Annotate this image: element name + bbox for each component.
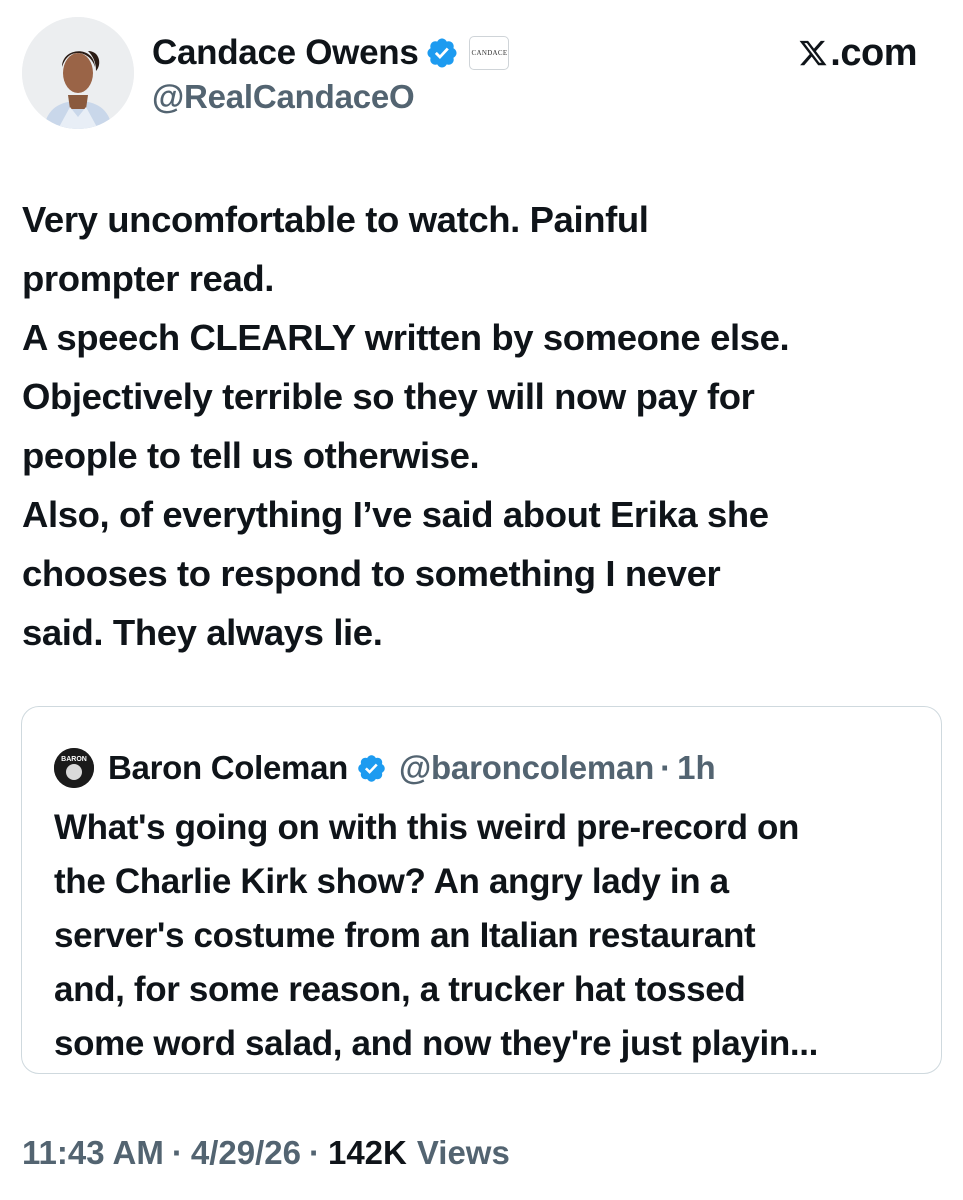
quoted-text-line: the Charlie Kirk show? An angry lady in … xyxy=(54,862,729,901)
tweet-text-line: Objectively terrible so they will now pa… xyxy=(22,376,755,417)
separator-dot: · xyxy=(660,749,672,786)
quoted-text-line: server's costume from an Italian restaur… xyxy=(54,916,756,955)
site-brand: .com xyxy=(798,30,917,76)
quoted-tweet-header: BARON Baron Coleman @baroncoleman · 1h xyxy=(54,743,716,793)
quoted-tweet-card[interactable]: BARON Baron Coleman @baroncoleman · 1h W… xyxy=(21,706,942,1074)
site-domain: .com xyxy=(830,31,917,74)
views-label[interactable]: Views xyxy=(417,1134,510,1172)
author-name-row: Candace Owens CANDACE xyxy=(152,30,510,76)
verified-badge-icon xyxy=(358,754,385,782)
quoted-author-handle[interactable]: @baroncoleman xyxy=(399,749,654,787)
affiliate-badge[interactable]: CANDACE xyxy=(469,36,510,70)
tweet-text-line: chooses to respond to something I never xyxy=(22,553,721,594)
author-handle[interactable]: @RealCandaceO xyxy=(152,78,415,116)
post-date[interactable]: 4/29/26 xyxy=(191,1134,301,1172)
tweet-text-line: Also, of everything I’ve said about Erik… xyxy=(22,494,769,535)
verified-badge-icon xyxy=(427,38,458,68)
tweet-footer: 11:43 AM · 4/29/26 · 142K Views xyxy=(22,1128,510,1178)
tweet-text-line: prompter read. xyxy=(22,258,274,299)
affiliate-badge-text: CANDACE xyxy=(471,49,508,57)
quoted-author-avatar[interactable]: BARON xyxy=(54,748,94,788)
quoted-text-line: What's going on with this weird pre-reco… xyxy=(54,808,800,847)
quoted-text-line: and, for some reason, a trucker hat toss… xyxy=(54,970,746,1009)
quoted-author-name[interactable]: Baron Coleman xyxy=(108,749,348,787)
separator-dot: · xyxy=(171,1134,183,1171)
tweet-header: Candace Owens CANDACE @RealCandaceO .com xyxy=(0,0,963,150)
quoted-tweet-time[interactable]: 1h xyxy=(677,749,716,787)
post-time[interactable]: 11:43 AM xyxy=(22,1134,164,1172)
x-logo-icon xyxy=(799,40,827,66)
quoted-text-line: some word salad, and now they're just pl… xyxy=(54,1024,818,1063)
tweet-text-line: Very uncomfortable to watch. Painful xyxy=(22,199,649,240)
tweet-text-line: people to tell us otherwise. xyxy=(22,435,480,476)
author-avatar[interactable] xyxy=(22,17,134,129)
tweet-text-line: A speech CLEARLY written by someone else… xyxy=(22,317,790,358)
separator-dot: · xyxy=(308,1134,320,1171)
tweet-body: Very uncomfortable to watch. Painful pro… xyxy=(22,190,947,662)
tweet-text-line: said. They always lie. xyxy=(22,612,383,653)
quoted-avatar-text: BARON xyxy=(61,756,87,763)
author-display-name[interactable]: Candace Owens xyxy=(152,33,419,73)
quoted-tweet-body: What's going on with this weird pre-reco… xyxy=(54,801,924,1071)
views-count[interactable]: 142K xyxy=(328,1134,407,1172)
